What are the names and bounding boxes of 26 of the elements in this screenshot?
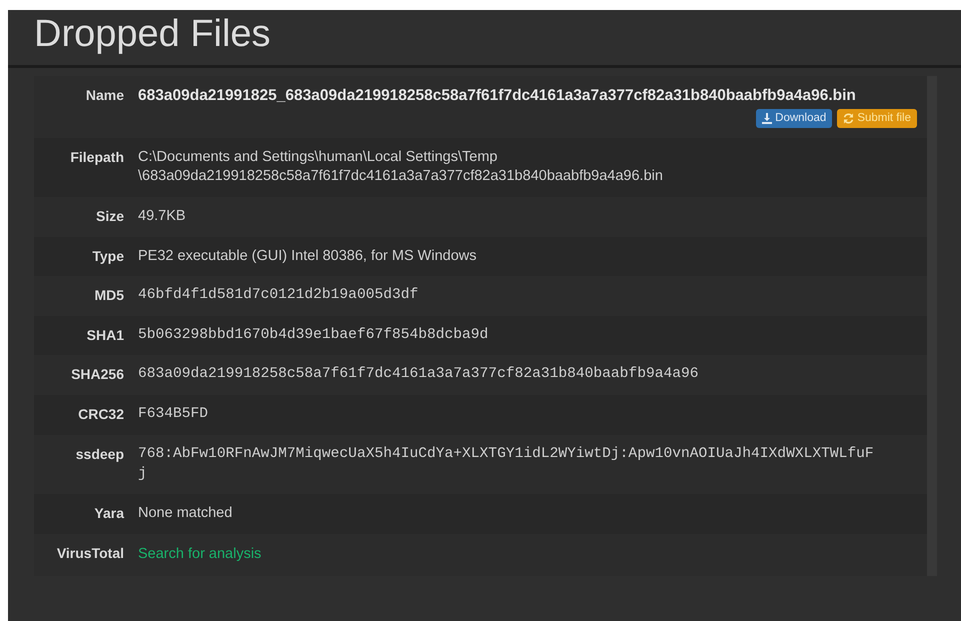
refresh-icon <box>843 112 854 124</box>
file-name: 683a09da21991825_683a09da219918258c58a7f61f7dc4161a3a7a377cf82a31b840baabfb9a4a96.bin <box>138 86 857 106</box>
field-label: Filepath <box>34 138 138 197</box>
field-value: PE32 executable (GUI) Intel 80386, for MS Windows <box>138 246 478 266</box>
field-value: 768:AbFw10RFnAwJM7MiqwecUaX5h4IuCdYa+XLXTGY1idL2WYiwtDj:Apw10vnAOIUaJh4IXdWXLXTWLfuF j <box>138 444 875 484</box>
field-value: 49.7KB <box>138 206 187 226</box>
field-label: Size <box>34 196 138 237</box>
field-label: VirusTotal <box>56 544 125 563</box>
field-label: Name <box>84 86 125 105</box>
field-value: C:\Documents and Settings\human\Local Settings\Temp \683a09da219918258c58a7f61f7dc4161a3a7a377cf82a31b840baabfb9a4a96.bin <box>138 148 664 186</box>
download-icon <box>762 112 772 124</box>
download-button[interactable]: Download <box>756 108 832 128</box>
field-label: MD5 <box>93 286 125 306</box>
field-label: SHA1 <box>86 326 125 345</box>
field-value: None matched <box>138 504 234 524</box>
search-link[interactable]: Search for analysis <box>138 544 262 564</box>
field-value: 5b063298bbd1670b4d39e1baef67f854b8dcba9d <box>138 326 490 345</box>
field-label: SHA256 <box>70 365 125 384</box>
field-label: Type <box>91 246 125 266</box>
page-title: Dropped Files <box>34 15 271 53</box>
field-label: ssdeep <box>74 444 125 464</box>
field-value: 46bfd4f1d581d7c0121d2b19a005d3df <box>138 286 420 306</box>
field-value: 683a09da219918258c58a7f61f7dc4161a3a7a377cf82a31b840baabfb9a4a96 <box>138 365 700 384</box>
field-value: F634B5FD <box>138 405 210 424</box>
field-label: Yara <box>93 504 126 524</box>
field-label: CRC32 <box>77 405 125 424</box>
